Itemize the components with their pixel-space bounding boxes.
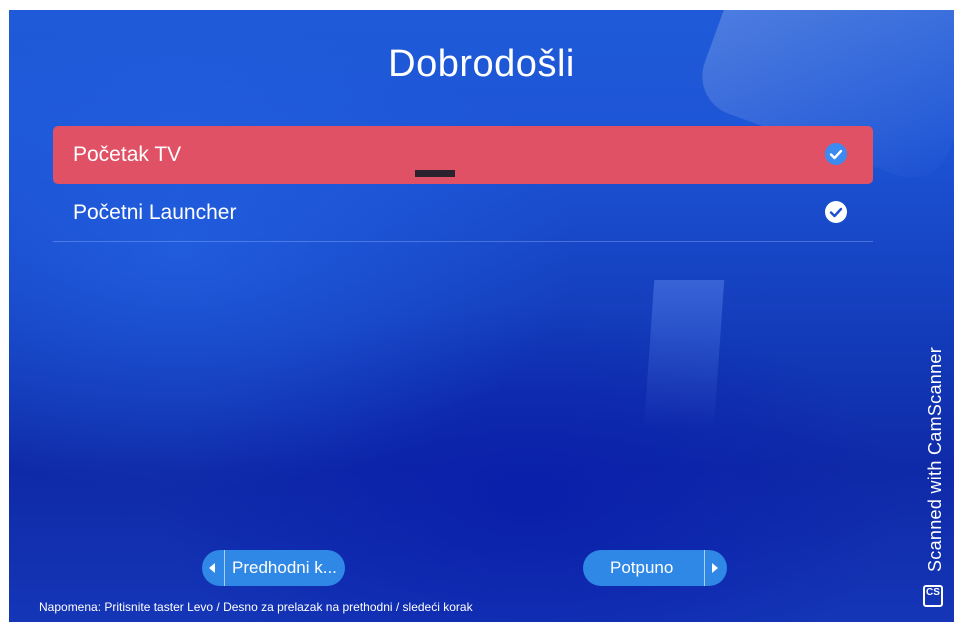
photo-frame: Dobrodošli Početak TV Početni Launcher P… xyxy=(0,0,960,631)
camscanner-watermark: Scanned with CamScanner xyxy=(925,346,945,572)
tooltip xyxy=(415,170,455,177)
arrow-left-icon xyxy=(202,550,225,586)
check-circle-icon xyxy=(825,143,847,165)
arrow-right-icon xyxy=(704,550,727,586)
tv-screen: Dobrodošli Početak TV Početni Launcher P… xyxy=(9,10,954,622)
navigation-hint: Napomena: Pritisnite taster Levo / Desno… xyxy=(39,600,473,614)
finish-button[interactable]: Potpuno xyxy=(583,550,727,586)
previous-button-label: Predhodni k... xyxy=(232,558,337,577)
list-item-home-launcher[interactable]: Početni Launcher xyxy=(53,184,873,242)
page-title: Dobrodošli xyxy=(388,43,575,85)
screen-reflection xyxy=(643,280,725,430)
camscanner-logo: CS xyxy=(923,585,943,607)
launcher-list: Početak TV Početni Launcher xyxy=(53,126,873,242)
finish-button-label: Potpuno xyxy=(610,558,674,577)
previous-button[interactable]: Predhodni k... xyxy=(202,550,345,586)
list-item-label: Početni Launcher xyxy=(73,201,237,224)
list-item-label: Početak TV xyxy=(73,143,182,166)
check-circle-icon xyxy=(825,201,847,223)
list-item-tv-start[interactable]: Početak TV xyxy=(53,126,873,184)
